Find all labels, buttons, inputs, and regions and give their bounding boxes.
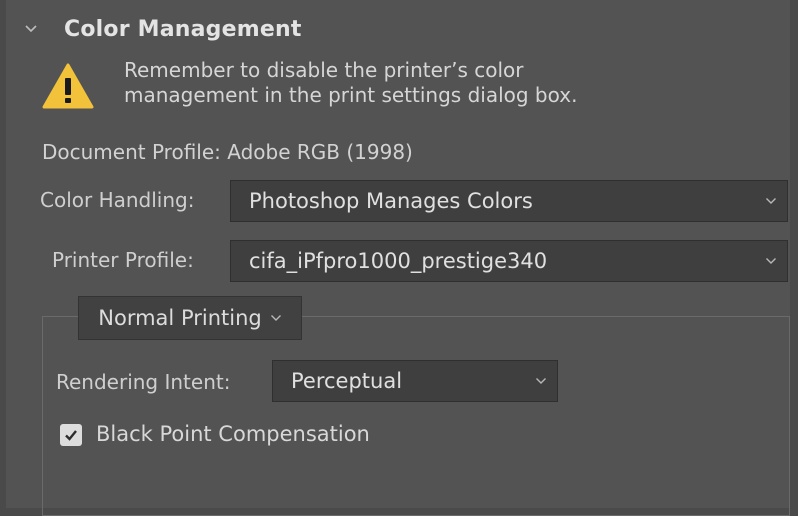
section-header[interactable]: Color Management (16, 14, 302, 44)
document-profile-text: Document Profile: Adobe RGB (1998) (42, 140, 413, 164)
printer-profile-dropdown[interactable]: cifa_iPfpro1000_prestige340 (230, 240, 788, 282)
rendering-intent-label: Rendering Intent: (56, 370, 231, 394)
black-point-compensation-checkbox[interactable] (60, 424, 82, 446)
chevron-down-icon (766, 258, 776, 264)
rendering-intent-dropdown[interactable]: Perceptual (272, 360, 558, 402)
color-handling-value: Photoshop Manages Colors (249, 189, 533, 213)
warning-line-1: Remember to disable the printer’s color (124, 58, 524, 82)
printer-profile-value: cifa_iPfpro1000_prestige340 (249, 249, 548, 273)
rendering-intent-value: Perceptual (291, 369, 403, 393)
checkmark-icon (65, 430, 77, 441)
printing-mode-dropdown[interactable]: Normal Printing (78, 296, 302, 340)
print-settings-group (42, 316, 790, 516)
color-handling-dropdown[interactable]: Photoshop Manages Colors (230, 180, 788, 222)
section-title: Color Management (64, 16, 302, 42)
chevron-down-icon (536, 378, 546, 384)
chevron-down-icon[interactable] (24, 22, 38, 36)
printer-profile-label: Printer Profile: (52, 248, 194, 272)
black-point-compensation-label[interactable]: Black Point Compensation (96, 422, 370, 446)
printing-mode-value: Normal Printing (98, 306, 262, 330)
chevron-down-icon (766, 198, 776, 204)
chevron-down-icon (270, 315, 281, 321)
warning-message: Remember to disable the printer’s color … (124, 58, 724, 108)
warning-line-2: management in the print settings dialog … (124, 83, 578, 107)
color-handling-label: Color Handling: (40, 188, 195, 212)
warning-icon (42, 63, 94, 109)
color-management-panel: Color Management Remember to disable the… (6, 0, 790, 516)
